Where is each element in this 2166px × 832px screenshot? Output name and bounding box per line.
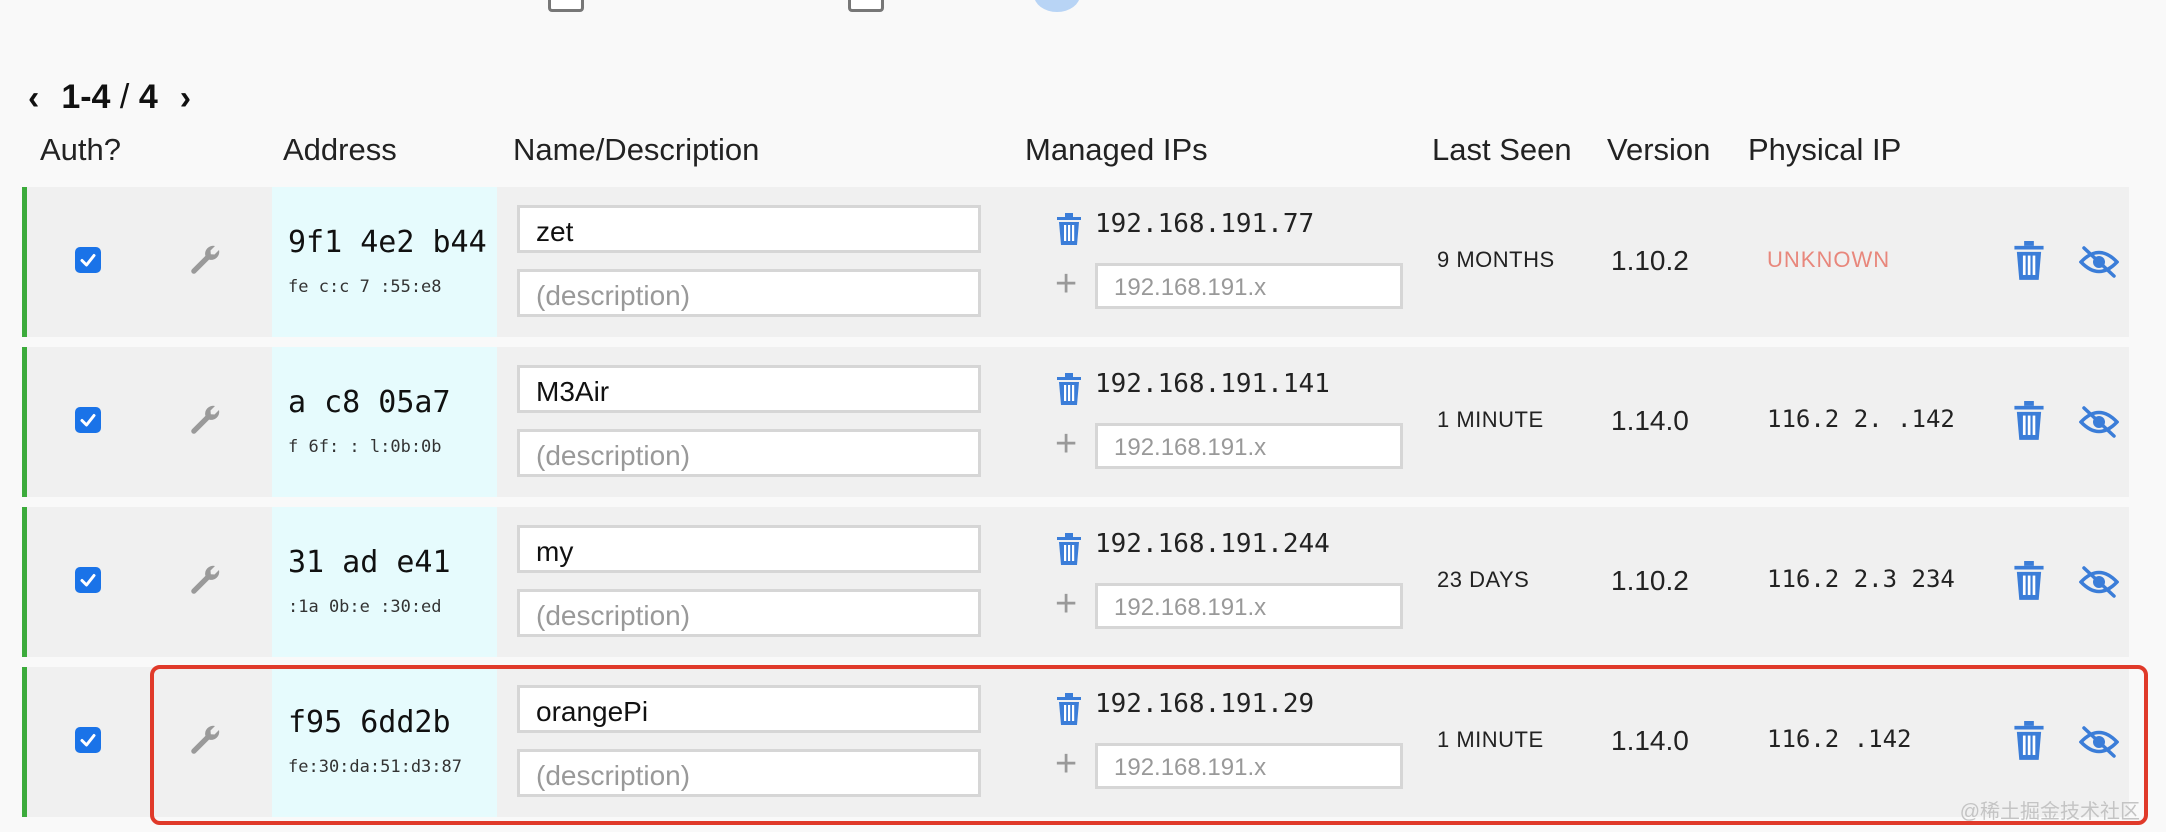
wrench-icon[interactable] [187, 242, 223, 278]
new-ip-input[interactable]: 192.168.191.x [1095, 263, 1403, 309]
add-ip-icon[interactable]: + [1055, 745, 1077, 783]
top-checkbox-2[interactable] [848, 0, 884, 12]
name-input[interactable]: my [517, 525, 981, 573]
pager: ‹ 1-4 / 4 › [28, 78, 191, 117]
new-ip-input[interactable]: 192.168.191.x [1095, 583, 1403, 629]
description-input[interactable]: (description) [517, 269, 981, 317]
auth-checkbox[interactable] [75, 247, 101, 273]
managed-ip: 192.168.191.244 [1095, 529, 1330, 559]
header-address: Address [283, 132, 397, 167]
address-cell: 9f1 4e2 b44 fe c:c 7 :55:e8 [272, 187, 497, 337]
top-checkbox-1[interactable] [548, 0, 584, 12]
prev-page-icon[interactable]: ‹ [28, 81, 39, 115]
wrench-icon[interactable] [187, 562, 223, 598]
description-input[interactable]: (description) [517, 589, 981, 637]
header-physical-ip: Physical IP [1748, 132, 1902, 167]
name-input[interactable]: M3Air [517, 365, 981, 413]
delete-member-icon[interactable] [2012, 241, 2046, 280]
auth-checkbox[interactable] [75, 727, 101, 753]
page-count: 1-4 / 4 [61, 78, 157, 117]
add-ip-icon[interactable]: + [1055, 585, 1077, 623]
delete-member-icon[interactable] [2012, 721, 2046, 760]
table-row: f95 6dd2b fe:30:da:51:d3:87 orangePi (descr… [22, 667, 2129, 817]
header-managed-ips: Managed IPs [1025, 132, 1208, 167]
trash-icon[interactable] [1055, 213, 1083, 245]
version: 1.10.2 [1611, 245, 1689, 276]
version: 1.14.0 [1611, 725, 1689, 756]
new-ip-input[interactable]: 192.168.191.x [1095, 423, 1403, 469]
managed-ip: 192.168.191.77 [1095, 209, 1315, 239]
table-row: a c8 05a7 f 6f: : l:0b:0b M3Air (descriptio… [22, 347, 2129, 497]
header-name: Name/Description [513, 132, 760, 167]
trash-icon[interactable] [1055, 693, 1083, 725]
trash-icon[interactable] [1055, 373, 1083, 405]
node-id: 31 ad e41 [288, 545, 451, 580]
trash-icon[interactable] [1055, 533, 1083, 565]
header-version: Version [1607, 132, 1711, 167]
managed-ip: 192.168.191.29 [1095, 689, 1315, 719]
add-ip-icon[interactable]: + [1055, 425, 1077, 463]
last-seen: 23 DAYS [1437, 567, 1530, 592]
top-toggle[interactable] [1034, 0, 1080, 12]
managed-ip: 192.168.191.141 [1095, 369, 1330, 399]
table-row: 31 ad e41 :1a 0b:e :30:ed my (description) 1… [22, 507, 2129, 657]
physical-ip: 116.2 2. .142 [1767, 405, 1955, 433]
description-input[interactable]: (description) [517, 429, 981, 477]
page-total: 4 [138, 78, 158, 116]
version: 1.10.2 [1611, 565, 1689, 596]
delete-member-icon[interactable] [2012, 401, 2046, 440]
physical-ip: UNKNOWN [1767, 247, 1891, 272]
page-separator: / [119, 78, 130, 116]
name-input[interactable]: orangePi [517, 685, 981, 733]
hide-member-icon[interactable] [2078, 725, 2120, 759]
mac-address: fe c:c 7 :55:e8 [288, 277, 442, 297]
new-ip-input[interactable]: 192.168.191.x [1095, 743, 1403, 789]
header-last-seen: Last Seen [1432, 132, 1572, 167]
hide-member-icon[interactable] [2078, 405, 2120, 439]
watermark: @稀土掘金技术社区 [1959, 801, 2140, 823]
wrench-icon[interactable] [187, 722, 223, 758]
last-seen: 1 MINUTE [1437, 727, 1544, 752]
hide-member-icon[interactable] [2078, 245, 2120, 279]
last-seen: 1 MINUTE [1437, 407, 1544, 432]
auth-checkbox[interactable] [75, 407, 101, 433]
physical-ip: 116.2 .142 [1767, 725, 1912, 753]
table-row: 9f1 4e2 b44 fe c:c 7 :55:e8 zet (descriptio… [22, 187, 2129, 337]
mac-address: :1a 0b:e :30:ed [288, 597, 442, 617]
page-range: 1-4 [61, 78, 111, 116]
mac-address: f 6f: : l:0b:0b [288, 437, 442, 457]
version: 1.14.0 [1611, 405, 1689, 436]
node-id: 9f1 4e2 b44 [288, 225, 487, 260]
name-input[interactable]: zet [517, 205, 981, 253]
auth-checkbox[interactable] [75, 567, 101, 593]
mac-address: fe:30:da:51:d3:87 [288, 757, 462, 777]
address-cell: 31 ad e41 :1a 0b:e :30:ed [272, 507, 497, 657]
next-page-icon[interactable]: › [180, 81, 191, 115]
delete-member-icon[interactable] [2012, 561, 2046, 600]
node-id: a c8 05a7 [288, 385, 451, 420]
last-seen: 9 MONTHS [1437, 247, 1555, 272]
address-cell: f95 6dd2b fe:30:da:51:d3:87 [272, 667, 497, 817]
add-ip-icon[interactable]: + [1055, 265, 1077, 303]
description-input[interactable]: (description) [517, 749, 981, 797]
node-id: f95 6dd2b [288, 705, 451, 740]
hide-member-icon[interactable] [2078, 565, 2120, 599]
header-auth: Auth? [40, 132, 122, 167]
wrench-icon[interactable] [187, 402, 223, 438]
physical-ip: 116.2 2.3 234 [1767, 565, 1955, 593]
address-cell: a c8 05a7 f 6f: : l:0b:0b [272, 347, 497, 497]
